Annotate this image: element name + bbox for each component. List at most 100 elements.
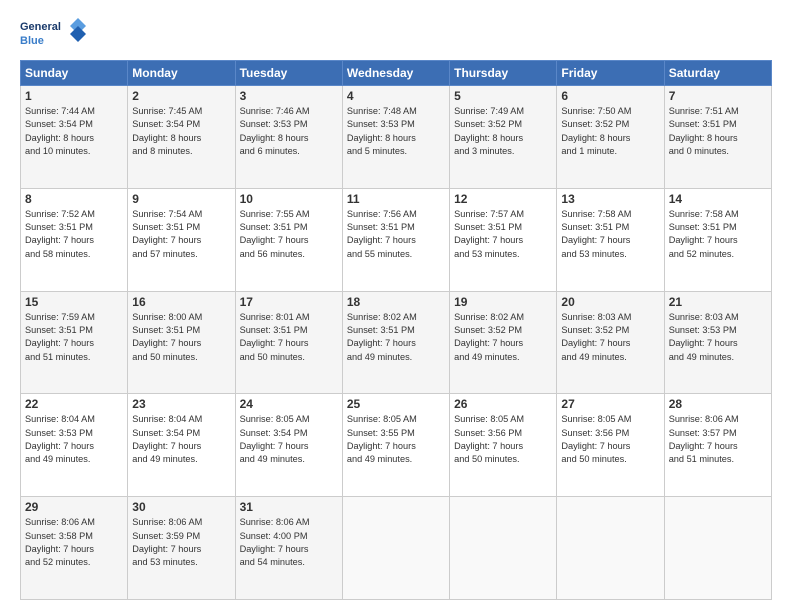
day-number: 26 xyxy=(454,397,552,411)
day-info: Sunrise: 8:04 AM Sunset: 3:54 PM Dayligh… xyxy=(132,413,230,466)
day-number: 1 xyxy=(25,89,123,103)
calendar-cell: 6Sunrise: 7:50 AM Sunset: 3:52 PM Daylig… xyxy=(557,86,664,189)
calendar-cell: 9 Sunrise: 7:54 AM Sunset: 3:51 PM Daylig… xyxy=(128,188,235,291)
day-number: 4 xyxy=(347,89,445,103)
day-number: 3 xyxy=(240,89,338,103)
calendar-cell xyxy=(342,497,449,600)
day-info: Sunrise: 8:03 AM Sunset: 3:53 PM Dayligh… xyxy=(669,311,767,364)
day-number: 11 xyxy=(347,192,445,206)
calendar-cell: 28 Sunrise: 8:06 AM Sunset: 3:57 PM Dayli… xyxy=(664,394,771,497)
calendar-cell: 17 Sunrise: 8:01 AM Sunset: 3:51 PM Dayli… xyxy=(235,291,342,394)
day-info: Sunrise: 8:06 AM Sunset: 4:00 PM Dayligh… xyxy=(240,516,338,569)
day-number: 30 xyxy=(132,500,230,514)
day-number: 19 xyxy=(454,295,552,309)
calendar-cell xyxy=(664,497,771,600)
week-row-4: 22 Sunrise: 8:04 AM Sunset: 3:53 PM Dayli… xyxy=(21,394,772,497)
calendar-cell: 30Sunrise: 8:06 AM Sunset: 3:59 PM Dayli… xyxy=(128,497,235,600)
day-info: Sunrise: 7:59 AM Sunset: 3:51 PM Dayligh… xyxy=(25,311,123,364)
day-info: Sunrise: 7:58 AM Sunset: 3:51 PM Dayligh… xyxy=(669,208,767,261)
weekday-header-wednesday: Wednesday xyxy=(342,61,449,86)
day-number: 31 xyxy=(240,500,338,514)
day-info: Sunrise: 7:54 AM Sunset: 3:51 PM Dayligh… xyxy=(132,208,230,261)
weekday-header-thursday: Thursday xyxy=(450,61,557,86)
weekday-header-friday: Friday xyxy=(557,61,664,86)
week-row-1: 1 Sunrise: 7:44 AM Sunset: 3:54 PM Daylig… xyxy=(21,86,772,189)
calendar-cell: 25 Sunrise: 8:05 AM Sunset: 3:55 PM Dayli… xyxy=(342,394,449,497)
day-number: 2 xyxy=(132,89,230,103)
calendar-cell xyxy=(557,497,664,600)
day-info: Sunrise: 8:06 AM Sunset: 3:57 PM Dayligh… xyxy=(669,413,767,466)
day-info: Sunrise: 8:05 AM Sunset: 3:56 PM Dayligh… xyxy=(561,413,659,466)
day-info: Sunrise: 7:56 AM Sunset: 3:51 PM Dayligh… xyxy=(347,208,445,261)
week-row-5: 29Sunrise: 8:06 AM Sunset: 3:58 PM Dayli… xyxy=(21,497,772,600)
day-number: 24 xyxy=(240,397,338,411)
calendar-cell: 12Sunrise: 7:57 AM Sunset: 3:51 PM Dayli… xyxy=(450,188,557,291)
day-info: Sunrise: 8:05 AM Sunset: 3:54 PM Dayligh… xyxy=(240,413,338,466)
day-number: 9 xyxy=(132,192,230,206)
calendar-cell: 20 Sunrise: 8:03 AM Sunset: 3:52 PM Dayli… xyxy=(557,291,664,394)
logo: General Blue xyxy=(20,16,90,52)
day-number: 6 xyxy=(561,89,659,103)
calendar-cell: 24 Sunrise: 8:05 AM Sunset: 3:54 PM Dayli… xyxy=(235,394,342,497)
calendar-cell: 7Sunrise: 7:51 AM Sunset: 3:51 PM Daylig… xyxy=(664,86,771,189)
svg-text:Blue: Blue xyxy=(20,35,44,47)
calendar-cell: 22 Sunrise: 8:04 AM Sunset: 3:53 PM Dayli… xyxy=(21,394,128,497)
weekday-header-tuesday: Tuesday xyxy=(235,61,342,86)
day-number: 17 xyxy=(240,295,338,309)
day-info: Sunrise: 8:06 AM Sunset: 3:58 PM Dayligh… xyxy=(25,516,123,569)
day-info: Sunrise: 8:01 AM Sunset: 3:51 PM Dayligh… xyxy=(240,311,338,364)
day-number: 20 xyxy=(561,295,659,309)
day-info: Sunrise: 7:58 AM Sunset: 3:51 PM Dayligh… xyxy=(561,208,659,261)
day-info: Sunrise: 8:03 AM Sunset: 3:52 PM Dayligh… xyxy=(561,311,659,364)
day-number: 25 xyxy=(347,397,445,411)
weekday-header-monday: Monday xyxy=(128,61,235,86)
day-number: 28 xyxy=(669,397,767,411)
day-info: Sunrise: 7:44 AM Sunset: 3:54 PM Dayligh… xyxy=(25,105,123,158)
calendar-cell: 27 Sunrise: 8:05 AM Sunset: 3:56 PM Dayli… xyxy=(557,394,664,497)
svg-text:General: General xyxy=(20,21,61,33)
day-number: 15 xyxy=(25,295,123,309)
calendar-cell: 23 Sunrise: 8:04 AM Sunset: 3:54 PM Dayli… xyxy=(128,394,235,497)
calendar-cell: 4Sunrise: 7:48 AM Sunset: 3:53 PM Daylig… xyxy=(342,86,449,189)
day-number: 12 xyxy=(454,192,552,206)
calendar-cell: 31 Sunrise: 8:06 AM Sunset: 4:00 PM Dayli… xyxy=(235,497,342,600)
calendar-cell: 13 Sunrise: 7:58 AM Sunset: 3:51 PM Dayli… xyxy=(557,188,664,291)
day-number: 14 xyxy=(669,192,767,206)
weekday-header-row: SundayMondayTuesdayWednesdayThursdayFrid… xyxy=(21,61,772,86)
calendar-table: SundayMondayTuesdayWednesdayThursdayFrid… xyxy=(20,60,772,600)
day-number: 27 xyxy=(561,397,659,411)
day-info: Sunrise: 8:02 AM Sunset: 3:51 PM Dayligh… xyxy=(347,311,445,364)
calendar-cell: 10Sunrise: 7:55 AM Sunset: 3:51 PM Dayli… xyxy=(235,188,342,291)
day-number: 8 xyxy=(25,192,123,206)
calendar-cell: 15 Sunrise: 7:59 AM Sunset: 3:51 PM Dayli… xyxy=(21,291,128,394)
calendar-cell: 11 Sunrise: 7:56 AM Sunset: 3:51 PM Dayli… xyxy=(342,188,449,291)
day-number: 13 xyxy=(561,192,659,206)
calendar-cell: 8 Sunrise: 7:52 AM Sunset: 3:51 PM Daylig… xyxy=(21,188,128,291)
day-info: Sunrise: 7:55 AM Sunset: 3:51 PM Dayligh… xyxy=(240,208,338,261)
weekday-header-sunday: Sunday xyxy=(21,61,128,86)
day-number: 21 xyxy=(669,295,767,309)
page: General Blue SundayMondayTuesdayWednesda… xyxy=(0,0,792,612)
day-info: Sunrise: 7:45 AM Sunset: 3:54 PM Dayligh… xyxy=(132,105,230,158)
calendar-cell: 19Sunrise: 8:02 AM Sunset: 3:52 PM Dayli… xyxy=(450,291,557,394)
calendar-cell: 16Sunrise: 8:00 AM Sunset: 3:51 PM Dayli… xyxy=(128,291,235,394)
day-info: Sunrise: 7:46 AM Sunset: 3:53 PM Dayligh… xyxy=(240,105,338,158)
day-number: 23 xyxy=(132,397,230,411)
day-number: 7 xyxy=(669,89,767,103)
calendar-cell: 26 Sunrise: 8:05 AM Sunset: 3:56 PM Dayli… xyxy=(450,394,557,497)
calendar-cell: 21 Sunrise: 8:03 AM Sunset: 3:53 PM Dayli… xyxy=(664,291,771,394)
day-info: Sunrise: 7:49 AM Sunset: 3:52 PM Dayligh… xyxy=(454,105,552,158)
calendar-cell: 14 Sunrise: 7:58 AM Sunset: 3:51 PM Dayli… xyxy=(664,188,771,291)
calendar-cell: 2 Sunrise: 7:45 AM Sunset: 3:54 PM Daylig… xyxy=(128,86,235,189)
day-info: Sunrise: 8:04 AM Sunset: 3:53 PM Dayligh… xyxy=(25,413,123,466)
calendar-cell: 1 Sunrise: 7:44 AM Sunset: 3:54 PM Daylig… xyxy=(21,86,128,189)
calendar-cell xyxy=(450,497,557,600)
logo-svg: General Blue xyxy=(20,16,90,52)
calendar-cell: 29Sunrise: 8:06 AM Sunset: 3:58 PM Dayli… xyxy=(21,497,128,600)
day-number: 22 xyxy=(25,397,123,411)
day-number: 5 xyxy=(454,89,552,103)
day-info: Sunrise: 7:52 AM Sunset: 3:51 PM Dayligh… xyxy=(25,208,123,261)
calendar-cell: 3 Sunrise: 7:46 AM Sunset: 3:53 PM Daylig… xyxy=(235,86,342,189)
day-info: Sunrise: 8:05 AM Sunset: 3:56 PM Dayligh… xyxy=(454,413,552,466)
day-info: Sunrise: 8:05 AM Sunset: 3:55 PM Dayligh… xyxy=(347,413,445,466)
